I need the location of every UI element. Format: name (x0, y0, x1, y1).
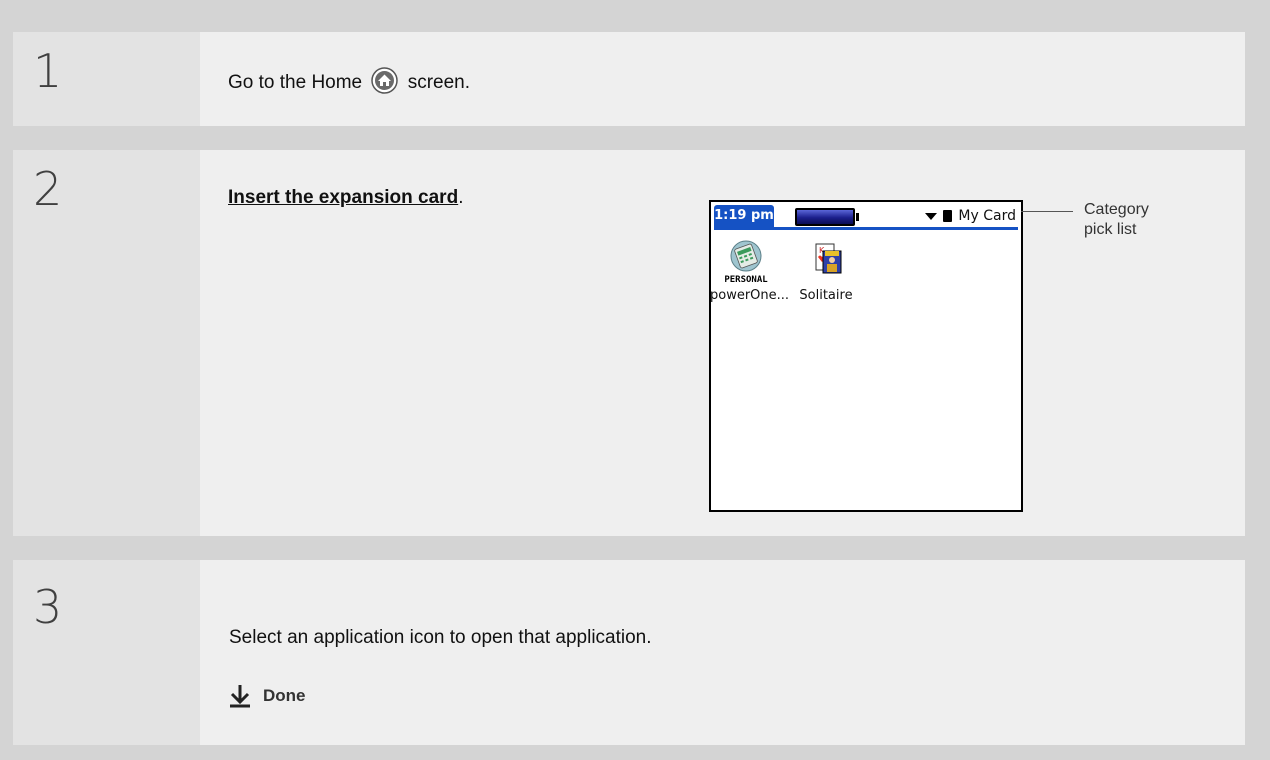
done-indicator: Done (229, 684, 306, 708)
step-number: 2 (33, 162, 63, 216)
step-content: Select an application icon to open that … (200, 560, 1245, 745)
app-label: Solitaire (799, 288, 853, 303)
callout-label: Category pick list (1084, 200, 1149, 240)
step-1-text-after: screen. (407, 72, 470, 93)
step-2: 2 Insert the expansion card. (13, 150, 1245, 536)
app-solitaire[interactable]: K Solitaire (791, 240, 861, 303)
step-3-text: Select an application icon to open that … (229, 627, 652, 648)
app-powerone[interactable]: PERSONAL powerOne... (710, 240, 790, 303)
insert-expansion-card-link[interactable]: Insert the expansion card (228, 187, 458, 208)
step-number: 3 (33, 580, 63, 634)
dropdown-arrow-icon (925, 212, 938, 220)
step-content: Go to the Home screen. (200, 32, 1245, 126)
playing-card-icon: K (815, 243, 842, 274)
step-number: 1 (33, 44, 63, 98)
category-pick-list[interactable]: My Card (925, 205, 1016, 227)
step-2-text: Insert the expansion card. (228, 187, 463, 209)
link-suffix: . (458, 187, 464, 208)
clock-tab[interactable]: 1:19 pm (714, 205, 774, 227)
personal-badge: PERSONAL (724, 275, 768, 284)
calculator-icon: PERSONAL (724, 240, 768, 285)
home-icon (371, 67, 399, 94)
step-1-text: Go to the Home screen. (228, 67, 470, 94)
step-number-box: 3 (13, 560, 200, 745)
callout-line-2: pick list (1084, 221, 1137, 238)
step-1: 1 Go to the Home screen. (13, 32, 1245, 126)
category-label: My Card (958, 208, 1016, 224)
callout-line-1: Category (1084, 201, 1149, 218)
app-label: powerOne... (710, 288, 790, 303)
step-3: 3 Select an application icon to open tha… (13, 560, 1245, 745)
done-label: Done (263, 686, 306, 705)
step-1-text-before: Go to the Home (228, 72, 363, 93)
battery-icon (795, 208, 859, 226)
handheld-screen: 1:19 pm My Card PERSONAL powerOne... K S… (709, 200, 1023, 512)
card-icon (943, 210, 953, 222)
handheld-title-bar: 1:19 pm My Card (714, 205, 1018, 230)
step-number-box: 1 (13, 32, 200, 126)
callout-line (1021, 211, 1073, 212)
down-arrow-icon (230, 685, 250, 708)
step-number-box: 2 (13, 150, 200, 536)
